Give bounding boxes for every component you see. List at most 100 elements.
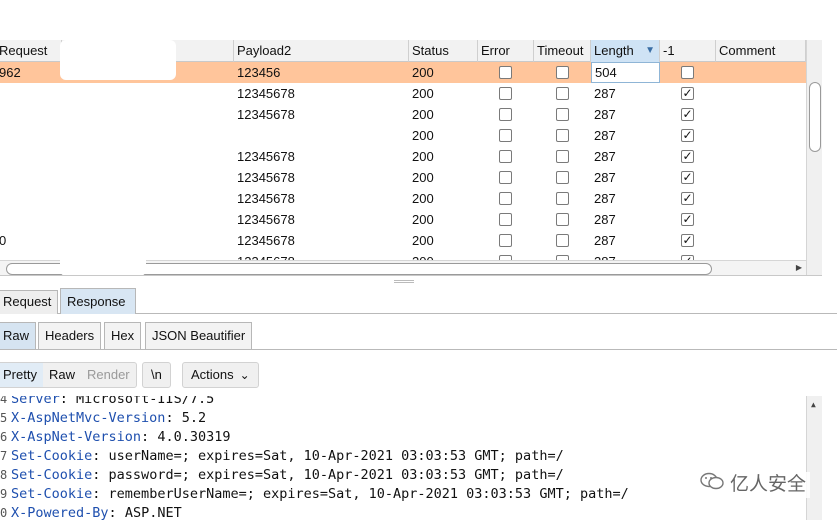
code-line: 5 X-AspNetMvc-Version: 5.2 [0,409,206,428]
cell-length: 287 [594,212,616,227]
raw-button[interactable]: Raw [43,363,81,387]
scroll-up-arrow-icon[interactable]: ▲ [811,400,816,409]
scroll-right-arrow-icon[interactable]: ▶ [796,263,802,272]
column-header-neg1[interactable]: -1 [660,40,716,62]
neg1-checkbox[interactable]: ✓ [681,234,694,247]
table-row[interactable]: 12345678 200 287 ✓ [0,188,806,209]
error-checkbox[interactable] [499,234,512,247]
cell-payload2: 12345678 [237,233,295,248]
cell-request [0,188,62,209]
response-body-editor[interactable]: 0 X-Powered-By: ASP.NET 9 Set-Cookie: remem… [0,396,822,520]
cell-request [0,209,62,230]
neg1-checkbox[interactable]: ✓ [681,171,694,184]
line-number: 5 [0,411,8,425]
error-checkbox[interactable] [499,108,512,121]
error-checkbox[interactable] [499,129,512,142]
actions-label: Actions [191,367,234,382]
line-number: 8 [0,468,8,482]
timeout-checkbox[interactable] [556,66,569,79]
table-row[interactable]: 12345678 200 287 ✓ [0,167,806,188]
cell-length: 287 [594,170,616,185]
header-name: X-AspNetMvc-Version [11,410,166,426]
neg1-checkbox[interactable]: ✓ [681,150,694,163]
timeout-checkbox[interactable] [556,171,569,184]
column-header-request[interactable]: Request [0,40,62,62]
table-vertical-scroll-thumb[interactable] [809,82,821,152]
newline-toggle-button[interactable]: \n [142,362,171,388]
tab-json-beautifier[interactable]: JSON Beautifier [145,322,253,349]
watermark: 亿人安全 [700,472,811,498]
neg1-checkbox[interactable]: ✓ [681,108,694,121]
error-checkbox[interactable] [499,87,512,100]
redaction-mark [60,40,176,80]
code-line: 7 Set-Cookie: userName=; expires=Sat, 10-… [0,447,564,466]
column-header-error[interactable]: Error [478,40,534,62]
watermark-text: 亿人安全 [730,474,807,496]
error-checkbox[interactable] [499,171,512,184]
tab-response[interactable]: Response [60,288,136,314]
header-separator: : [108,505,117,520]
table-row[interactable]: 12345678 200 287 ✓ [0,146,806,167]
view-mode-toggle: Pretty Raw Render [0,362,137,388]
neg1-checkbox[interactable]: ✓ [681,129,694,142]
table-row[interactable]: 200 287 ✓ [0,125,806,146]
header-separator: : [141,429,150,445]
column-header-timeout[interactable]: Timeout [534,40,591,62]
error-checkbox[interactable] [499,66,512,79]
header-name: X-Powered-By [11,505,109,520]
timeout-checkbox[interactable] [556,192,569,205]
neg1-checkbox[interactable] [681,66,694,79]
table-row[interactable]: 0 12345678 200 287 ✓ [0,230,806,251]
column-header-comment[interactable]: Comment [716,40,806,62]
cell-payload2 [234,125,409,146]
cell-status: 200 [412,65,434,80]
cell-request [0,146,62,167]
editor-toolbar: Pretty Raw Render \n Actions ⌄ [0,360,837,390]
timeout-checkbox[interactable] [556,108,569,121]
column-header-status[interactable]: Status [409,40,478,62]
header-value: rememberUserName=; expires=Sat, 10-Apr-2… [100,486,629,502]
tab-request[interactable]: Request [0,290,58,314]
line-number: 6 [0,430,8,444]
drag-handle-icon[interactable] [394,280,414,283]
render-button[interactable]: Render [81,363,136,387]
redaction-mark [60,250,146,275]
cell-status: 200 [412,149,434,164]
table-row[interactable]: 12345678 200 287 ✓ [0,209,806,230]
cell-payload2: 12345678 [237,86,295,101]
error-checkbox[interactable] [499,192,512,205]
split-pane-divider[interactable] [0,277,837,285]
timeout-checkbox[interactable] [556,213,569,226]
cell-payload2: 12345678 [237,191,295,206]
timeout-checkbox[interactable] [556,150,569,163]
cell-status: 200 [412,233,434,248]
table-row[interactable]: 12345678 200 287 ✓ [0,104,806,125]
error-checkbox[interactable] [499,150,512,163]
column-header-payload2[interactable]: Payload2 [234,40,409,62]
table-vertical-scrollbar[interactable] [806,40,822,275]
column-header-length[interactable]: Length ▼ [591,40,660,62]
pretty-button[interactable]: Pretty [0,363,43,387]
timeout-checkbox[interactable] [556,234,569,247]
cell-length: 287 [594,86,616,101]
tab-hex[interactable]: Hex [104,322,142,349]
table-row[interactable]: 12345678 200 287 ✓ [0,83,806,104]
error-checkbox[interactable] [499,213,512,226]
timeout-checkbox[interactable] [556,129,569,142]
code-line: 6 X-AspNet-Version: 4.0.30319 [0,428,230,447]
editor-vertical-scrollbar[interactable]: ▲ [806,396,822,520]
neg1-checkbox[interactable]: ✓ [681,213,694,226]
header-value: userName=; expires=Sat, 10-Apr-2021 03:0… [100,448,564,464]
timeout-checkbox[interactable] [556,87,569,100]
cell-length: 287 [594,233,616,248]
header-value: 5.2 [173,410,207,426]
tab-raw[interactable]: Raw [0,322,37,349]
cell-payload2: 12345678 [237,170,295,185]
cell-status: 200 [412,128,434,143]
neg1-checkbox[interactable]: ✓ [681,87,694,100]
actions-dropdown[interactable]: Actions ⌄ [182,362,259,388]
neg1-checkbox[interactable]: ✓ [681,192,694,205]
cell-status: 200 [412,212,434,227]
tab-headers[interactable]: Headers [38,322,102,349]
cell-request [0,83,62,104]
